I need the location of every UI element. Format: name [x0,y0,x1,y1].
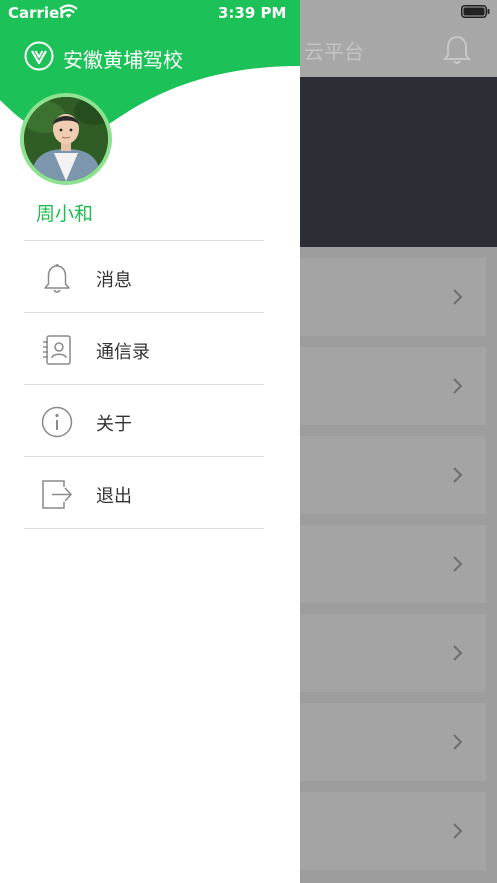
menu-item-label: 消息 [96,270,132,291]
school-logo-icon [24,41,54,71]
menu-item-about[interactable]: 关于 [24,385,264,456]
main-list-card[interactable] [288,614,486,692]
chevron-right-icon [453,734,463,750]
status-time: 3:39 PM [218,4,287,22]
side-drawer: 安徽黄埔驾校 周小和 消息 通信录 关于 退出 [0,0,300,883]
chevron-right-icon [453,467,463,483]
chevron-right-icon [453,823,463,839]
user-name[interactable]: 周小和 [36,199,93,226]
main-navbar-title: 云平台 [304,40,364,64]
chevron-right-icon [453,378,463,394]
menu-item-messages[interactable]: 消息 [24,241,264,312]
main-list-card[interactable] [288,347,486,425]
main-list-card[interactable] [288,525,486,603]
contacts-icon [43,335,71,365]
school-name: 安徽黄埔驾校 [63,48,183,72]
logout-icon [42,480,73,509]
main-list-card[interactable] [288,258,486,336]
menu-divider [24,528,264,529]
chevron-right-icon [453,645,463,661]
info-icon [41,406,73,438]
battery-icon [461,5,490,18]
menu-item-label: 关于 [96,414,132,435]
avatar[interactable] [20,93,112,185]
menu-item-label: 退出 [96,486,132,507]
notification-bell-icon[interactable] [443,34,471,66]
menu-item-contacts[interactable]: 通信录 [24,313,264,384]
chevron-right-icon [453,556,463,572]
wifi-icon [59,4,78,18]
main-list-card[interactable] [288,703,486,781]
bell-icon [44,264,70,293]
main-list-card[interactable] [288,436,486,514]
avatar-photo [24,97,108,181]
chevron-right-icon [453,289,463,305]
main-list-card[interactable] [288,792,486,870]
status-carrier: Carrier [8,4,67,22]
menu-item-logout[interactable]: 退出 [24,457,264,528]
menu-item-label: 通信录 [96,342,150,363]
